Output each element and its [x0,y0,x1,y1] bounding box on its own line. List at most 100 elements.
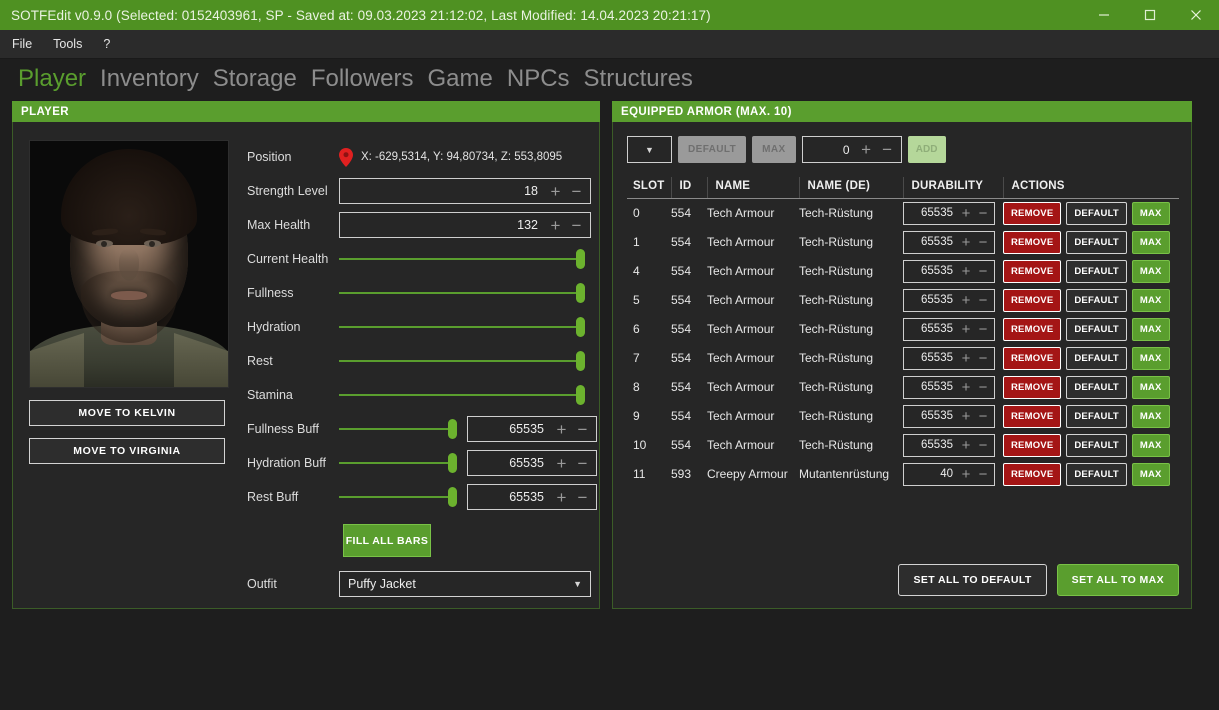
maximize-icon[interactable] [1127,0,1173,30]
toolbar-count-increment[interactable]: + [857,141,876,158]
fullness-slider[interactable] [339,282,585,304]
hydration-buff-increment[interactable]: + [552,455,571,472]
slider-thumb[interactable] [448,419,457,439]
default-button[interactable]: DEFAULT [1066,260,1127,283]
slider-thumb[interactable] [576,385,585,405]
hydration-slider[interactable] [339,316,585,338]
durability-decrement[interactable]: − [975,380,991,395]
tab-structures[interactable]: Structures [584,67,693,93]
durability-decrement[interactable]: − [975,293,991,308]
fill-all-bars-button[interactable]: FILL ALL BARS [343,524,431,557]
table-row[interactable]: 11593Creepy ArmourMutantenrüstung40+−REM… [627,460,1179,489]
toolbar-add-button[interactable]: ADD [908,136,946,163]
outfit-select[interactable]: Puffy Jacket ▼ [339,571,591,597]
move-to-virginia-button[interactable]: MOVE TO VIRGINIA [29,438,225,464]
max-button[interactable]: MAX [1132,434,1170,457]
default-button[interactable]: DEFAULT [1066,434,1127,457]
durability-field[interactable]: 65535+− [903,376,995,399]
max-button[interactable]: MAX [1132,318,1170,341]
max-button[interactable]: MAX [1132,289,1170,312]
default-button[interactable]: DEFAULT [1066,289,1127,312]
remove-button[interactable]: REMOVE [1003,202,1061,225]
max-health-increment[interactable]: + [546,217,565,234]
rest-buff-decrement[interactable]: − [573,489,592,506]
rest-slider[interactable] [339,350,585,372]
max-button[interactable]: MAX [1132,463,1170,486]
tab-inventory[interactable]: Inventory [100,67,199,93]
durability-field[interactable]: 65535+− [903,347,995,370]
tab-followers[interactable]: Followers [311,67,414,93]
fullness-buff-slider[interactable] [339,418,457,440]
fullness-buff-field[interactable]: 65535 + − [467,416,597,442]
table-row[interactable]: 5554Tech ArmourTech-Rüstung65535+−REMOVE… [627,286,1179,315]
rest-buff-field[interactable]: 65535 + − [467,484,597,510]
durability-increment[interactable]: + [958,235,974,250]
remove-button[interactable]: REMOVE [1003,347,1061,370]
durability-increment[interactable]: + [958,322,974,337]
default-button[interactable]: DEFAULT [1066,463,1127,486]
armor-type-select[interactable]: ▼ [627,136,672,163]
remove-button[interactable]: REMOVE [1003,434,1061,457]
table-row[interactable]: 1554Tech ArmourTech-Rüstung65535+−REMOVE… [627,228,1179,257]
durability-increment[interactable]: + [958,264,974,279]
table-row[interactable]: 10554Tech ArmourTech-Rüstung65535+−REMOV… [627,431,1179,460]
rest-buff-increment[interactable]: + [552,489,571,506]
slider-thumb[interactable] [576,249,585,269]
tab-game[interactable]: Game [428,67,493,93]
max-button[interactable]: MAX [1132,260,1170,283]
durability-increment[interactable]: + [958,380,974,395]
durability-decrement[interactable]: − [975,467,991,482]
strength-level-field[interactable]: 18 + − [339,178,591,204]
remove-button[interactable]: REMOVE [1003,318,1061,341]
remove-button[interactable]: REMOVE [1003,376,1061,399]
remove-button[interactable]: REMOVE [1003,405,1061,428]
durability-increment[interactable]: + [958,206,974,221]
default-button[interactable]: DEFAULT [1066,202,1127,225]
table-row[interactable]: 8554Tech ArmourTech-Rüstung65535+−REMOVE… [627,373,1179,402]
durability-increment[interactable]: + [958,438,974,453]
durability-increment[interactable]: + [958,293,974,308]
table-row[interactable]: 6554Tech ArmourTech-Rüstung65535+−REMOVE… [627,315,1179,344]
menu-item-tools[interactable]: Tools [44,33,91,55]
durability-field[interactable]: 65535+− [903,289,995,312]
fullness-buff-decrement[interactable]: − [573,421,592,438]
stamina-slider[interactable] [339,384,585,406]
move-to-kelvin-button[interactable]: MOVE TO KELVIN [29,400,225,426]
durability-decrement[interactable]: − [975,351,991,366]
max-button[interactable]: MAX [1132,376,1170,399]
table-row[interactable]: 9554Tech ArmourTech-Rüstung65535+−REMOVE… [627,402,1179,431]
durability-field[interactable]: 65535+− [903,260,995,283]
remove-button[interactable]: REMOVE [1003,463,1061,486]
durability-field[interactable]: 65535+− [903,434,995,457]
strength-level-increment[interactable]: + [546,183,565,200]
strength-level-decrement[interactable]: − [567,183,586,200]
durability-decrement[interactable]: − [975,206,991,221]
max-health-field[interactable]: 132 + − [339,212,591,238]
durability-field[interactable]: 65535+− [903,202,995,225]
slider-thumb[interactable] [576,283,585,303]
toolbar-count-decrement[interactable]: − [878,141,897,158]
durability-field[interactable]: 65535+− [903,318,995,341]
minimize-icon[interactable] [1081,0,1127,30]
toolbar-default-button[interactable]: DEFAULT [678,136,746,163]
hydration-buff-decrement[interactable]: − [573,455,592,472]
table-row[interactable]: 0554Tech ArmourTech-Rüstung65535+−REMOVE… [627,199,1179,228]
current-health-slider[interactable] [339,248,585,270]
rest-buff-slider[interactable] [339,486,457,508]
durability-increment[interactable]: + [958,467,974,482]
durability-increment[interactable]: + [958,351,974,366]
hydration-buff-field[interactable]: 65535 + − [467,450,597,476]
max-button[interactable]: MAX [1132,202,1170,225]
max-button[interactable]: MAX [1132,405,1170,428]
durability-increment[interactable]: + [958,409,974,424]
slider-thumb[interactable] [448,487,457,507]
table-row[interactable]: 7554Tech ArmourTech-Rüstung65535+−REMOVE… [627,344,1179,373]
durability-decrement[interactable]: − [975,438,991,453]
durability-field[interactable]: 65535+− [903,405,995,428]
durability-field[interactable]: 65535+− [903,231,995,254]
default-button[interactable]: DEFAULT [1066,376,1127,399]
remove-button[interactable]: REMOVE [1003,260,1061,283]
tab-storage[interactable]: Storage [213,67,297,93]
durability-decrement[interactable]: − [975,322,991,337]
slider-thumb[interactable] [576,351,585,371]
